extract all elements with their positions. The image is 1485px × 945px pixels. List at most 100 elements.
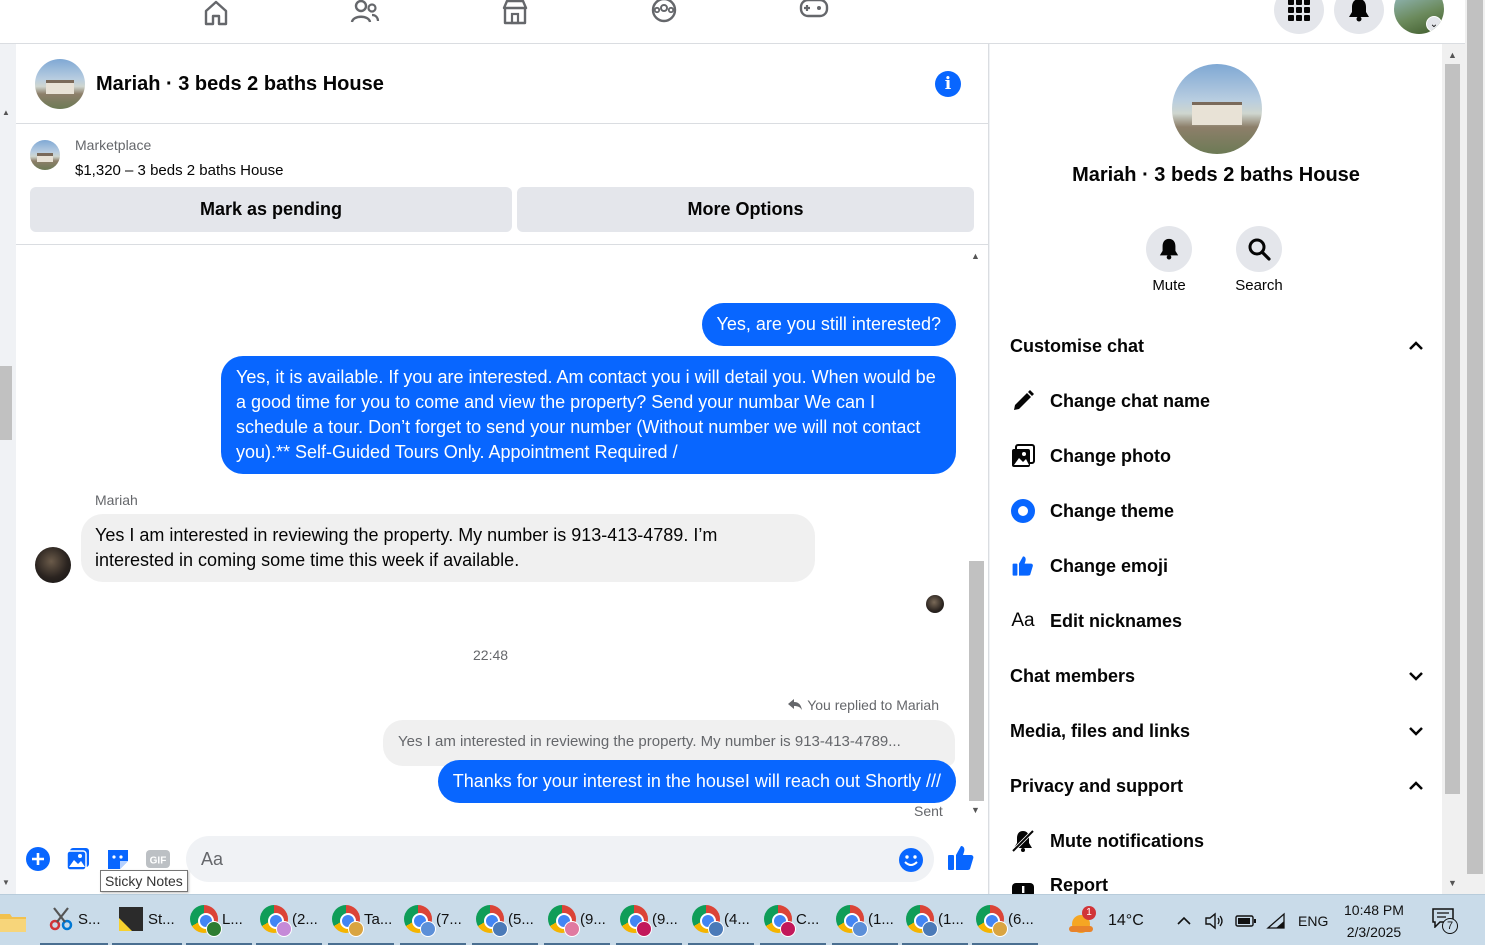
taskbar-chrome-window[interactable]: C... (760, 895, 826, 945)
row-label: Report (1050, 874, 1108, 895)
top-nav-bar: ⌄ (0, 0, 1465, 44)
outgoing-message[interactable]: Yes, are you still interested? (701, 303, 956, 346)
notification-center-button[interactable]: 7 (1432, 895, 1458, 945)
file-explorer-icon[interactable] (0, 895, 28, 945)
report-row[interactable]: Report (1010, 870, 1410, 894)
emoji-icon[interactable] (898, 847, 924, 873)
message-scrollbar-thumb[interactable] (969, 561, 984, 801)
change-photo-row[interactable]: Change photo (1010, 441, 1410, 471)
info-panel-scrollbar-thumb[interactable] (1445, 64, 1460, 794)
taskbar-chrome-window[interactable]: (7... (400, 895, 466, 945)
marketplace-icon[interactable] (498, 0, 532, 26)
photo-icon[interactable] (65, 846, 91, 872)
gaming-icon[interactable] (797, 0, 831, 26)
message-scrollbar[interactable]: ▲ ▼ (967, 249, 985, 819)
taskbar-chrome-window[interactable]: (5... (472, 895, 538, 945)
system-clock[interactable]: 10:48 PM 2/3/2025 (1344, 895, 1404, 945)
page-scrollbar[interactable] (1465, 0, 1485, 894)
taskbar-chrome-window[interactable]: (2... (256, 895, 322, 945)
chevron-up-icon (1177, 916, 1191, 925)
taskbar-chrome-window[interactable]: (9... (544, 895, 610, 945)
change-theme-row[interactable]: Change theme (1010, 496, 1410, 526)
taskbar-chrome-window[interactable]: (1... (902, 895, 968, 945)
taskbar-chrome-window[interactable]: (4... (688, 895, 754, 945)
mute-button[interactable] (1146, 226, 1192, 272)
search-label: Search (1235, 277, 1283, 294)
photo-icon (1010, 443, 1036, 469)
bell-icon (1349, 0, 1369, 22)
chat-title[interactable]: Mariah · 3 beds 2 baths House (96, 73, 384, 96)
more-options-button[interactable]: More Options (517, 187, 974, 232)
customise-chat-section[interactable]: Customise chat (1010, 331, 1424, 361)
scroll-down-arrow-icon[interactable]: ▼ (2, 878, 10, 887)
taskbar-chrome-window[interactable]: (6... (972, 895, 1038, 945)
scroll-up-arrow-icon[interactable]: ▲ (2, 108, 10, 117)
scroll-down-arrow-icon[interactable]: ▼ (971, 805, 980, 815)
listing-title[interactable]: $1,320 – 3 beds 2 baths House (75, 162, 284, 179)
taskbar-chrome-window[interactable]: Ta... (328, 895, 394, 945)
change-emoji-row[interactable]: Change emoji (1010, 551, 1410, 581)
conversation-photo[interactable] (1172, 64, 1262, 154)
plus-icon[interactable] (25, 846, 51, 872)
section-label: Chat members (1010, 665, 1136, 686)
profile-avatar[interactable]: ⌄ (1394, 0, 1444, 34)
left-scrollbar[interactable]: ▲ ▼ (0, 44, 16, 894)
taskbar-app-label: L... (222, 910, 243, 928)
scissors-icon (49, 907, 73, 931)
taskbar-chrome-window[interactable]: (9... (616, 895, 682, 945)
taskbar-app-snipping[interactable]: S... (40, 895, 108, 945)
sticker-icon[interactable] (105, 846, 131, 872)
info-icon[interactable]: i (935, 71, 961, 97)
scroll-up-arrow-icon[interactable]: ▲ (971, 251, 980, 261)
volume-icon[interactable] (1204, 895, 1224, 945)
scroll-up-arrow-icon[interactable]: ▲ (1448, 50, 1457, 60)
friends-icon[interactable] (348, 0, 382, 26)
edit-nicknames-row[interactable]: Aa Edit nicknames (1010, 606, 1410, 636)
grid-icon (1288, 0, 1310, 21)
taskbar-chrome-window[interactable]: (1... (832, 895, 898, 945)
gif-icon[interactable]: GIF (145, 846, 171, 872)
input-language[interactable]: ENG (1298, 895, 1328, 945)
scroll-down-arrow-icon[interactable]: ▼ (1448, 878, 1457, 888)
listing-thumbnail[interactable] (30, 140, 60, 170)
incoming-message[interactable]: Yes I am interested in reviewing the pro… (81, 514, 815, 582)
show-hidden-icons-button[interactable] (1176, 895, 1192, 945)
privacy-support-section[interactable]: Privacy and support (1010, 771, 1424, 801)
row-label: Change photo (1050, 445, 1171, 466)
home-icon[interactable] (199, 0, 233, 26)
groups-icon[interactable] (647, 0, 681, 26)
chat-members-section[interactable]: Chat members (1010, 661, 1424, 691)
message-timestamp: 22:48 (473, 647, 509, 663)
search-button[interactable] (1236, 226, 1282, 272)
outgoing-message[interactable]: Yes, it is available. If you are interes… (221, 356, 956, 474)
temperature: 14°C (1108, 911, 1144, 929)
sender-avatar[interactable] (35, 547, 71, 583)
notifications-button[interactable] (1334, 0, 1384, 34)
outgoing-message[interactable]: Thanks for your interest in the houseI w… (437, 760, 956, 803)
chat-avatar[interactable] (35, 59, 85, 109)
taskbar-app-label: (1... (938, 910, 964, 928)
sticky-notes-icon (119, 907, 143, 931)
taskbar-chrome-window[interactable]: L... (186, 895, 252, 945)
sender-name: Mariah (95, 492, 138, 508)
menu-grid-button[interactable] (1274, 0, 1324, 34)
row-label: Mute notifications (1050, 830, 1204, 851)
page-scrollbar-thumb[interactable] (1467, 0, 1483, 874)
chrome-icon (976, 905, 1008, 937)
chevron-up-icon (1409, 341, 1423, 350)
mark-as-pending-button[interactable]: Mark as pending (30, 187, 512, 232)
media-files-links-section[interactable]: Media, files and links (1010, 716, 1424, 746)
change-chat-name-row[interactable]: Change chat name (1010, 386, 1410, 416)
taskbar-app-sticky-notes[interactable]: St... (112, 895, 182, 945)
chrome-icon (692, 905, 724, 937)
mute-notifications-row[interactable]: Mute notifications (1010, 826, 1410, 856)
info-panel-scrollbar[interactable]: ▲ ▼ (1442, 44, 1465, 894)
weather-widget[interactable]: 1 14°C (1066, 895, 1144, 945)
wifi-icon[interactable] (1266, 895, 1286, 945)
battery-icon[interactable] (1235, 895, 1257, 945)
clock-date: 2/3/2025 (1346, 923, 1402, 940)
notification-icon: 7 (1432, 907, 1458, 934)
like-thumb-icon[interactable] (946, 843, 976, 873)
left-scrollbar-thumb[interactable] (0, 366, 12, 440)
message-input[interactable]: Aa (186, 836, 934, 882)
